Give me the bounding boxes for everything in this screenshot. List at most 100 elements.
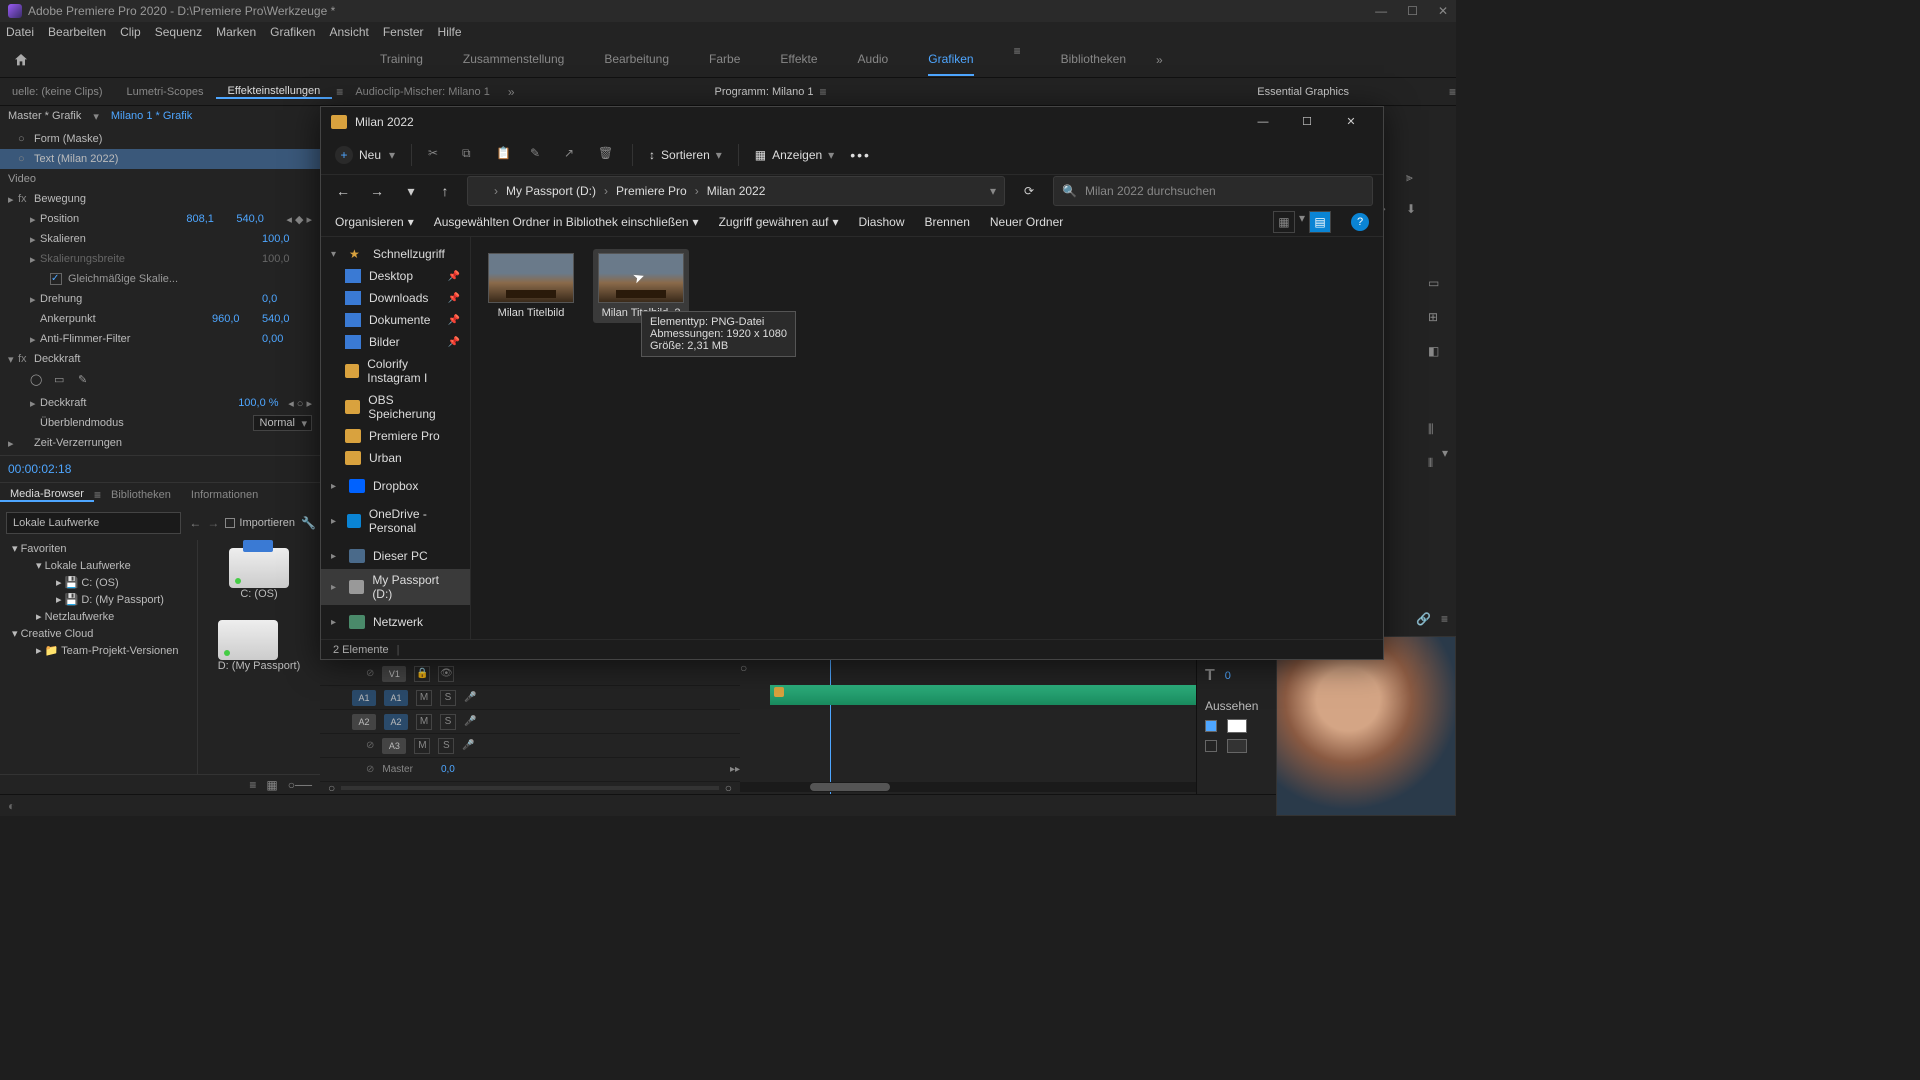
sidebar-thispc[interactable]: ▸Dieser PC (321, 545, 470, 567)
close-button[interactable]: ✕ (1438, 4, 1448, 18)
dist-h-icon[interactable]: ⫼ (1428, 422, 1448, 442)
baseline-value[interactable]: 0 (1225, 670, 1231, 682)
anchor-x[interactable]: 960,0 (212, 313, 262, 325)
view-list-icon[interactable]: ≡ (249, 778, 256, 792)
menu-fenster[interactable]: Fenster (383, 25, 424, 39)
pin-edges-icon[interactable]: ⊞ (1428, 310, 1448, 330)
track-solo-a3[interactable]: S (438, 738, 454, 754)
tab-overflow[interactable]: » (508, 85, 515, 99)
mb-lokale-laufwerke[interactable]: ▾ Lokale Laufwerke (0, 557, 197, 574)
effect-timecode[interactable]: 00:00:02:18 (0, 455, 320, 482)
responsive-design-icon[interactable]: ▭ (1428, 276, 1448, 296)
home-icon[interactable] (12, 52, 30, 68)
antiflicker-value[interactable]: 0,00 (262, 333, 312, 345)
layer-icon[interactable]: ◧ (1428, 344, 1448, 364)
time-remap-effect[interactable]: Zeit-Verzerrungen (34, 437, 312, 449)
nav-forward[interactable]: → (365, 179, 389, 203)
fill-color-swatch[interactable] (1227, 719, 1247, 733)
track-solo-a1[interactable]: S (440, 690, 456, 706)
tab-source[interactable]: uelle: (keine Clips) (0, 86, 114, 98)
breadcrumb-milan[interactable]: Milan 2022 (703, 184, 770, 198)
new-folder-button[interactable]: Neuer Ordner (990, 215, 1063, 229)
sidebar-documents[interactable]: Dokumente📌 (321, 309, 470, 331)
workspace-effekte[interactable]: Effekte (780, 44, 817, 76)
opacity-value[interactable]: 100,0 % (238, 397, 288, 409)
track-solo-a2[interactable]: S (440, 714, 456, 730)
drive-d-thumb[interactable] (218, 620, 278, 660)
explorer-minimize[interactable]: — (1241, 107, 1285, 137)
view-grid-icon[interactable]: ▦ (266, 778, 277, 792)
layer-text-milan[interactable]: Text (Milan 2022) (34, 153, 312, 165)
track-a2[interactable]: A2 (384, 714, 408, 730)
breadcrumb-drive[interactable]: My Passport (D:) (502, 184, 600, 198)
help-button[interactable]: ? (1351, 213, 1369, 231)
sidebar-urban[interactable]: Urban (321, 447, 470, 469)
menu-datei[interactable]: Datei (6, 25, 34, 39)
rotation-value[interactable]: 0,0 (262, 293, 312, 305)
stroke-checkbox[interactable] (1205, 740, 1217, 752)
drive-c-thumb[interactable] (229, 548, 289, 588)
menu-bearbeiten[interactable]: Bearbeiten (48, 25, 106, 39)
audio-clip-a2[interactable] (770, 685, 1230, 705)
opacity-effect[interactable]: Deckkraft (34, 353, 312, 365)
mb-menu-icon[interactable]: ≡ (94, 488, 101, 502)
refresh-button[interactable]: ⟳ (1015, 184, 1043, 198)
menu-clip[interactable]: Clip (120, 25, 141, 39)
workspace-audio[interactable]: Audio (858, 44, 889, 76)
rename-icon[interactable]: ✎ (530, 146, 548, 164)
fill-checkbox[interactable] (1205, 720, 1217, 732)
menu-icon[interactable]: ≡ (1441, 612, 1448, 626)
menu-hilfe[interactable]: Hilfe (438, 25, 462, 39)
track-mic-a3[interactable]: 🎤 (462, 740, 474, 751)
mb-drive-c[interactable]: ▸ 💾 C: (OS) (0, 574, 197, 591)
paste-icon[interactable]: 📋 (496, 146, 514, 164)
zoom-slider[interactable]: ○── (288, 778, 312, 792)
explorer-close[interactable]: ✕ (1329, 107, 1373, 137)
mb-team-projekt[interactable]: ▸ 📁 Team-Projekt-Versionen (0, 642, 197, 659)
mb-favoriten[interactable]: ▾ Favoriten (0, 540, 197, 557)
position-x[interactable]: 808,1 (186, 213, 236, 225)
mb-creative-cloud[interactable]: ▾ Creative Cloud (0, 625, 197, 642)
sidebar-desktop[interactable]: Desktop📌 (321, 265, 470, 287)
align-bottom-icon[interactable]: ⬇ (1406, 202, 1426, 222)
timeline-zoom-slider[interactable] (341, 786, 719, 790)
ellipse-mask-icon[interactable]: ◯ (30, 373, 46, 389)
track-mic-a2[interactable]: 🎤 (464, 716, 476, 727)
workspace-bibliotheken[interactable]: Bibliotheken (1061, 44, 1126, 76)
master-skip-icon[interactable]: ▸▸ (730, 764, 740, 775)
grant-access-dropdown[interactable]: Zugriff gewähren auf ▾ (719, 215, 839, 229)
workspace-zusammenstellung[interactable]: Zusammenstellung (463, 44, 564, 76)
scroll-indicator[interactable]: ▾ (1442, 446, 1448, 460)
nav-recent[interactable]: ▾ (399, 179, 423, 203)
explorer-content[interactable]: Milan Titelbild Milan Titelbild_2 ➤ Elem… (471, 237, 1383, 639)
tab-audiomixer[interactable]: Audioclip-Mischer: Milano 1 (343, 86, 502, 98)
master-value[interactable]: 0,0 (441, 764, 455, 775)
view-large-icons[interactable]: ▦ (1273, 211, 1295, 233)
breadcrumb-premiere[interactable]: Premiere Pro (612, 184, 691, 198)
essential-graphics-label[interactable]: Essential Graphics (1257, 86, 1349, 98)
tab-bibliotheken[interactable]: Bibliotheken (101, 489, 181, 501)
tab-media-browser[interactable]: Media-Browser (0, 488, 94, 502)
anchor-y[interactable]: 540,0 (262, 313, 312, 325)
blend-mode-dropdown[interactable]: Normal (253, 415, 312, 431)
slideshow-button[interactable]: Diashow (858, 215, 904, 229)
path-dropdown[interactable]: ▾ (990, 184, 996, 198)
track-mute-a1[interactable]: M (416, 690, 432, 706)
maximize-button[interactable]: ☐ (1407, 4, 1418, 18)
burn-button[interactable]: Brennen (925, 215, 970, 229)
cut-icon[interactable]: ✂ (428, 146, 446, 164)
search-box[interactable]: 🔍 Milan 2022 durchsuchen (1053, 176, 1373, 206)
workspace-farbe[interactable]: Farbe (709, 44, 740, 76)
sidebar-premiere[interactable]: Premiere Pro (321, 425, 470, 447)
sidebar-pictures[interactable]: Bilder📌 (321, 331, 470, 353)
copy-icon[interactable]: ⧉ (462, 146, 480, 164)
menu-ansicht[interactable]: Ansicht (329, 25, 368, 39)
track-a3[interactable]: A3 (382, 738, 406, 754)
mb-netzlaufwerke[interactable]: ▸ Netzlaufwerke (0, 608, 197, 625)
timeline-zoom-in[interactable]: ○ (725, 781, 732, 795)
stroke-color-swatch[interactable] (1227, 739, 1247, 753)
nav-back[interactable]: ← (331, 179, 355, 203)
more-button[interactable]: ••• (850, 147, 871, 163)
master-clip-label[interactable]: Master * Grafik (8, 110, 81, 123)
chain-icon[interactable]: 🔗 (1416, 612, 1431, 626)
